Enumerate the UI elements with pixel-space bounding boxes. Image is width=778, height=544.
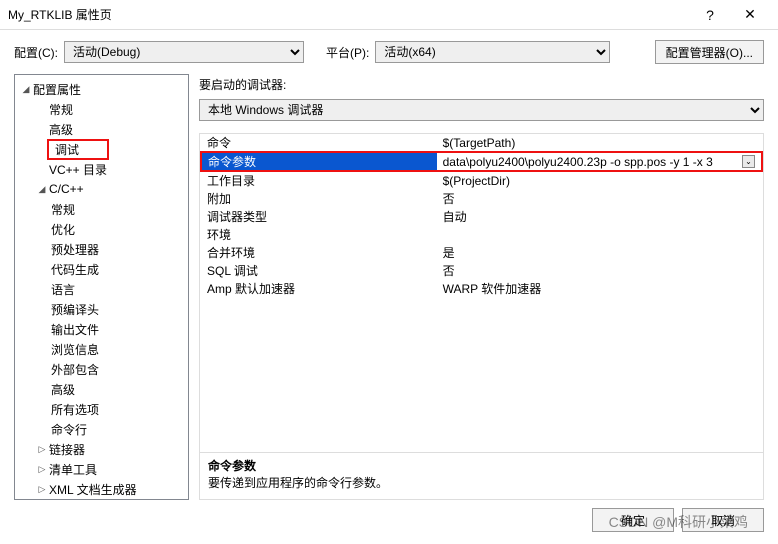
config-label: 配置(C):: [14, 44, 58, 61]
footer: 确定 取消: [0, 496, 778, 544]
tree-item-general[interactable]: 常规: [17, 99, 186, 119]
config-row: 配置(C): 活动(Debug) 平台(P): 活动(x64) 配置管理器(O)…: [0, 30, 778, 70]
dropdown-icon[interactable]: ⌄: [742, 155, 755, 168]
tree-item-cpp-all[interactable]: 所有选项: [17, 399, 186, 419]
config-manager-button[interactable]: 配置管理器(O)...: [655, 40, 764, 64]
tree-item-vcdirs[interactable]: VC++ 目录: [17, 159, 186, 179]
debugger-select[interactable]: 本地 Windows 调试器: [199, 99, 764, 121]
prop-row-attach[interactable]: 附加否: [201, 189, 762, 207]
cancel-button[interactable]: 取消: [682, 508, 764, 532]
window-title: My_RTKLIB 属性页: [8, 6, 690, 23]
description-box: 命令参数 要传递到应用程序的命令行参数。: [200, 452, 763, 499]
tree-item-cpp-browse[interactable]: 浏览信息: [17, 339, 186, 359]
prop-args-value[interactable]: data\polyu2400\polyu2400.23p -o spp.pos …: [443, 155, 713, 169]
desc-text: 要传递到应用程序的命令行参数。: [208, 474, 755, 491]
expand-icon: ▷: [35, 444, 49, 455]
prop-row-workdir[interactable]: 工作目录$(ProjectDir): [201, 171, 762, 189]
prop-row-mergeenv[interactable]: 合并环境是: [201, 243, 762, 261]
collapse-icon: ◢: [19, 84, 33, 95]
tree-item-cpp[interactable]: ◢C/C++: [17, 179, 186, 199]
help-button[interactable]: ?: [690, 7, 730, 23]
props-grid: 命令$(TargetPath) 命令参数 data\polyu2400\poly…: [199, 133, 764, 500]
titlebar: My_RTKLIB 属性页 ? ✕: [0, 0, 778, 30]
tree-item-cpp-adv[interactable]: 高级: [17, 379, 186, 399]
tree-pane: ◢ 配置属性 常规 高级 调试 VC++ 目录 ◢C/C++ 常规 优化 预处理…: [14, 74, 189, 500]
ok-button[interactable]: 确定: [592, 508, 674, 532]
debugger-label: 要启动的调试器:: [199, 76, 764, 93]
platform-select[interactable]: 活动(x64): [375, 41, 610, 63]
tree-item-cpp-optimize[interactable]: 优化: [17, 219, 186, 239]
tree-item-cpp-lang[interactable]: 语言: [17, 279, 186, 299]
tree-item-linker[interactable]: ▷链接器: [17, 439, 186, 459]
tree-item-cpp-codegen[interactable]: 代码生成: [17, 259, 186, 279]
tree-root[interactable]: ◢ 配置属性: [17, 79, 186, 99]
tree-item-debug[interactable]: 调试: [17, 139, 186, 159]
desc-title: 命令参数: [208, 457, 755, 474]
collapse-icon: ◢: [35, 184, 49, 195]
prop-row-command[interactable]: 命令$(TargetPath): [201, 134, 762, 152]
prop-row-env[interactable]: 环境: [201, 225, 762, 243]
prop-row-amp[interactable]: Amp 默认加速器WARP 软件加速器: [201, 279, 762, 297]
config-select[interactable]: 活动(Debug): [64, 41, 304, 63]
expand-icon: ▷: [35, 484, 49, 495]
prop-row-sql[interactable]: SQL 调试否: [201, 261, 762, 279]
expand-icon: ▷: [35, 464, 49, 475]
prop-row-args[interactable]: 命令参数 data\polyu2400\polyu2400.23p -o spp…: [201, 152, 762, 171]
platform-label: 平台(P):: [326, 44, 369, 61]
tree-item-cpp-preproc[interactable]: 预处理器: [17, 239, 186, 259]
tree-item-cpp-pch[interactable]: 预编译头: [17, 299, 186, 319]
tree-item-manifest[interactable]: ▷清单工具: [17, 459, 186, 479]
tree-item-cpp-general[interactable]: 常规: [17, 199, 186, 219]
tree-item-cpp-external[interactable]: 外部包含: [17, 359, 186, 379]
tree-item-cpp-cmdline[interactable]: 命令行: [17, 419, 186, 439]
main-area: ◢ 配置属性 常规 高级 调试 VC++ 目录 ◢C/C++ 常规 优化 预处理…: [0, 70, 778, 500]
prop-row-dbgtype[interactable]: 调试器类型自动: [201, 207, 762, 225]
tree-item-advanced[interactable]: 高级: [17, 119, 186, 139]
tree-item-cpp-output[interactable]: 输出文件: [17, 319, 186, 339]
right-pane: 要启动的调试器: 本地 Windows 调试器 命令$(TargetPath) …: [199, 74, 764, 500]
close-button[interactable]: ✕: [730, 6, 770, 23]
